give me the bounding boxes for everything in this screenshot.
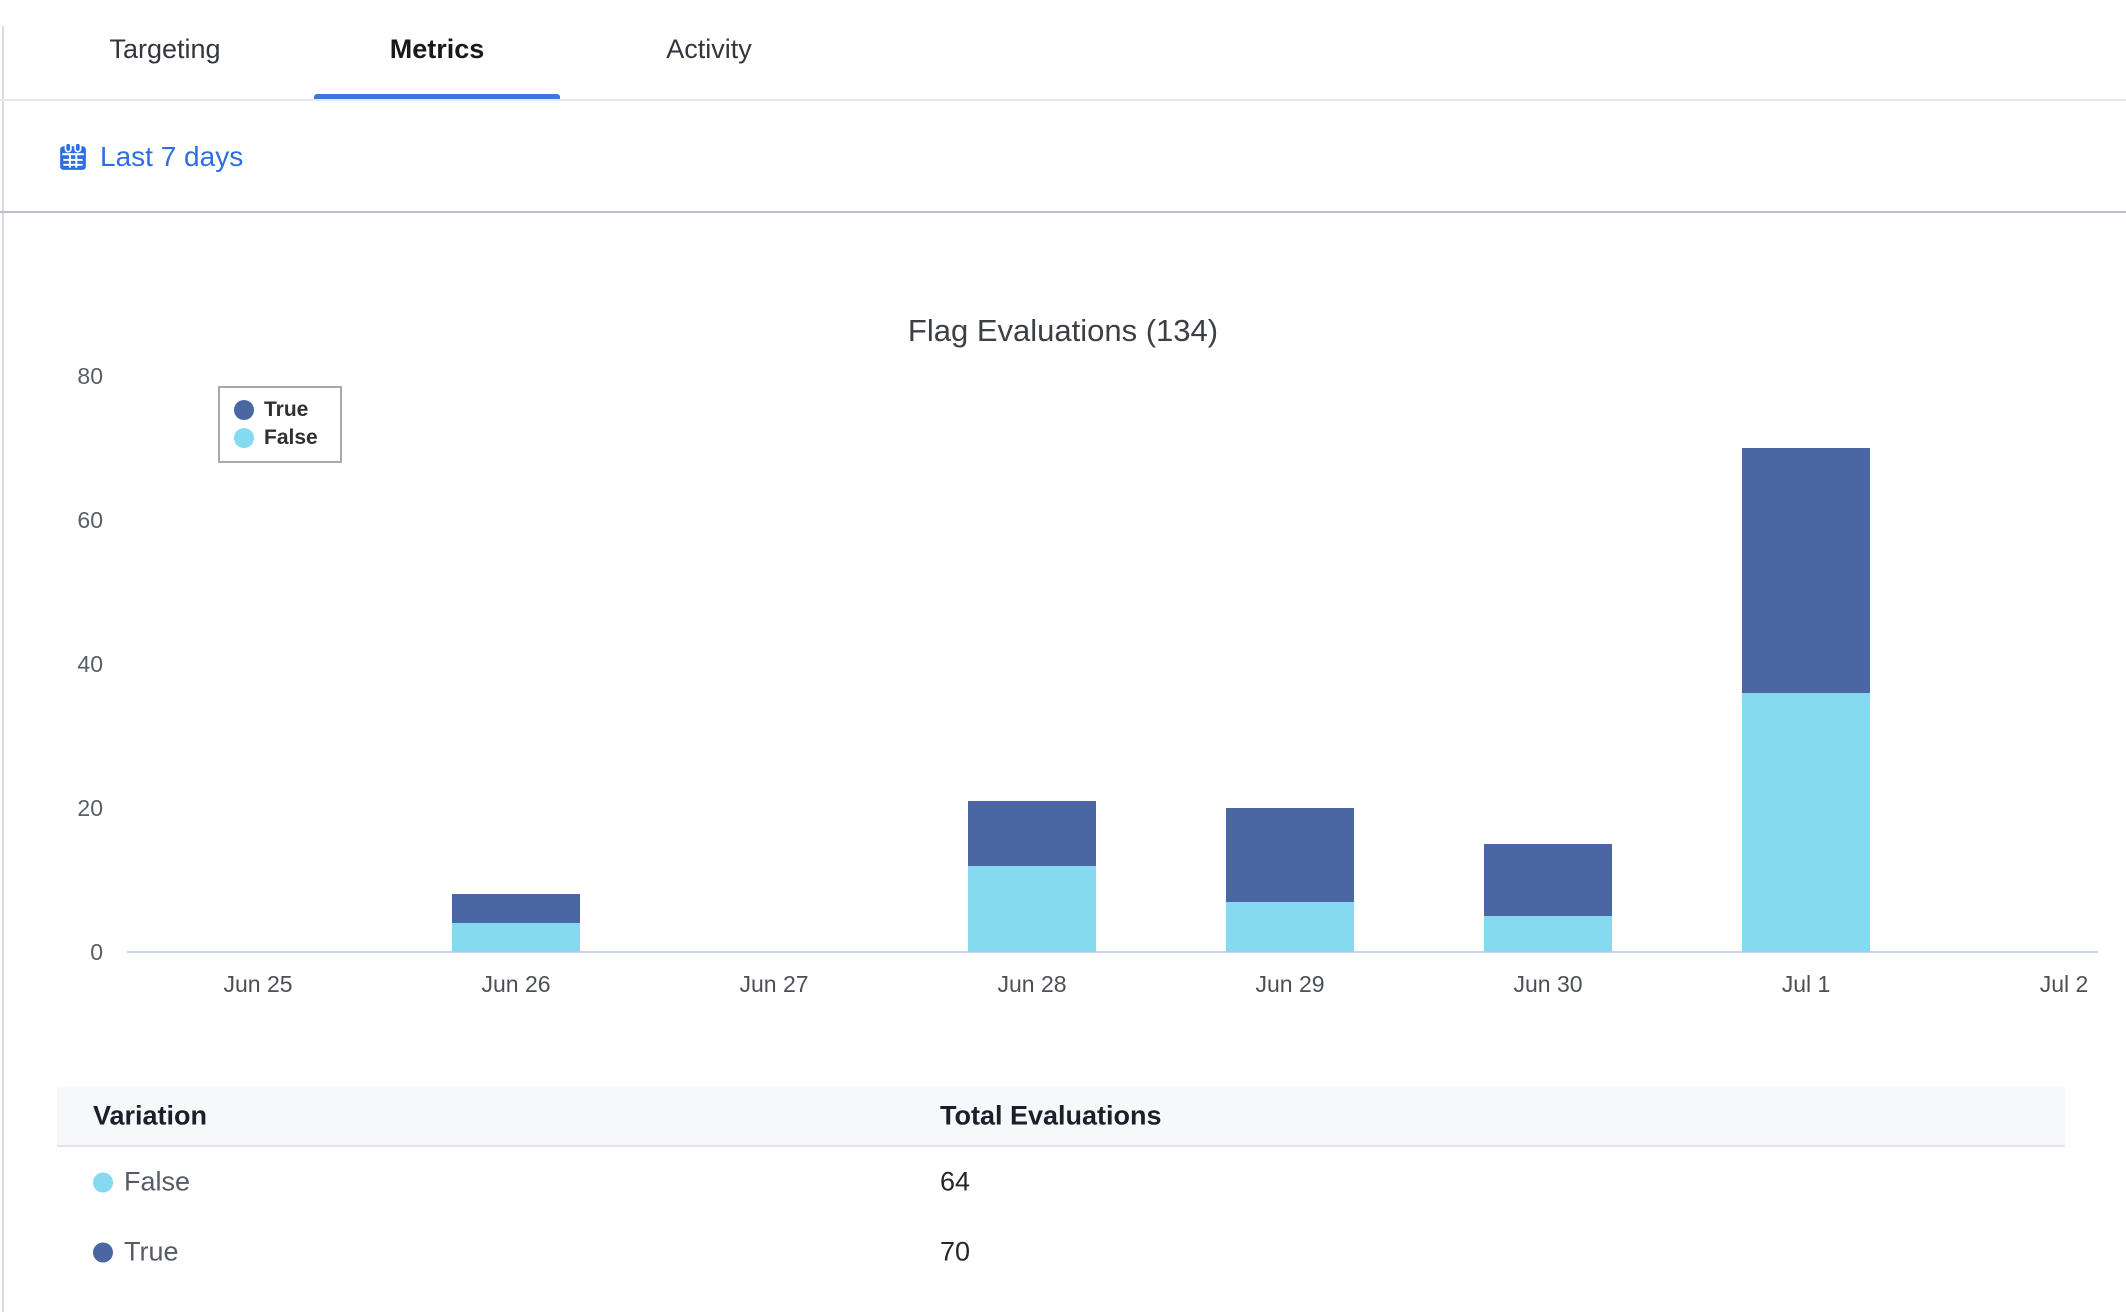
x-axis-tick-label: Jun 28	[942, 971, 1122, 998]
tab-targeting[interactable]: Targeting	[42, 0, 288, 99]
variation-false-swatch-icon	[93, 1172, 113, 1192]
date-range-label: Last 7 days	[100, 141, 243, 173]
bar-segment-false[interactable]	[1484, 916, 1612, 952]
table-row[interactable]: False 64	[57, 1147, 2065, 1217]
variation-name: False	[124, 1167, 190, 1198]
tab-activity-label: Activity	[666, 34, 752, 65]
tab-metrics-label: Metrics	[390, 34, 485, 65]
x-axis-tick-label: Jun 25	[168, 971, 348, 998]
table-header-row: Variation Total Evaluations	[57, 1087, 2065, 1147]
variation-total: 64	[940, 1167, 970, 1198]
flag-detail-page: Targeting Metrics Activity	[0, 0, 2126, 1312]
x-axis-tick-label: Jul 1	[1716, 971, 1896, 998]
variations-table: Variation Total Evaluations False 64 Tru…	[57, 1087, 2065, 1287]
bar-segment-true[interactable]	[452, 894, 580, 923]
table-row[interactable]: True 70	[57, 1217, 2065, 1287]
x-axis-tick-label: Jun 29	[1200, 971, 1380, 998]
bar-segment-true[interactable]	[1484, 844, 1612, 916]
bar-segment-false[interactable]	[452, 923, 580, 952]
y-axis-tick-label: 20	[30, 794, 103, 822]
x-axis-tick-label: Jun 26	[426, 971, 606, 998]
plot-area: 0 20 40 60 80 Jun 25 Jun 26 Jun 27 Jun 28 Jun 29 J…	[0, 215, 2126, 1087]
y-axis-tick-label: 80	[30, 362, 103, 390]
bar-segment-true[interactable]	[1226, 808, 1354, 902]
tab-metrics[interactable]: Metrics	[314, 0, 560, 99]
x-axis-tick-label: Jun 27	[684, 971, 864, 998]
column-header-variation: Variation	[93, 1101, 207, 1132]
x-axis-tick-label: Jul 2	[1974, 971, 2126, 998]
y-axis-tick-label: 60	[30, 506, 103, 534]
tab-bar: Targeting Metrics Activity	[0, 0, 2126, 101]
variation-true-swatch-icon	[93, 1242, 113, 1262]
y-axis-tick-label: 0	[30, 938, 103, 966]
column-header-total-evaluations: Total Evaluations	[940, 1101, 1162, 1132]
bar-segment-true[interactable]	[968, 801, 1096, 866]
y-axis-tick-label: 40	[30, 650, 103, 678]
variation-name: True	[124, 1237, 179, 1268]
calendar-icon	[58, 142, 88, 172]
tab-activity[interactable]: Activity	[586, 0, 832, 99]
date-range-selector[interactable]: Last 7 days	[58, 141, 243, 173]
bar-segment-false[interactable]	[1226, 902, 1354, 952]
bar-segment-true[interactable]	[1742, 448, 1870, 693]
tab-targeting-label: Targeting	[109, 34, 220, 65]
bar-segment-false[interactable]	[1742, 693, 1870, 952]
bar-segment-false[interactable]	[968, 866, 1096, 952]
variation-total: 70	[940, 1237, 970, 1268]
x-axis-tick-label: Jun 30	[1458, 971, 1638, 998]
filter-bar: Last 7 days	[0, 103, 2126, 213]
flag-evaluations-chart: Flag Evaluations (134) True False 020406…	[0, 215, 2126, 1087]
